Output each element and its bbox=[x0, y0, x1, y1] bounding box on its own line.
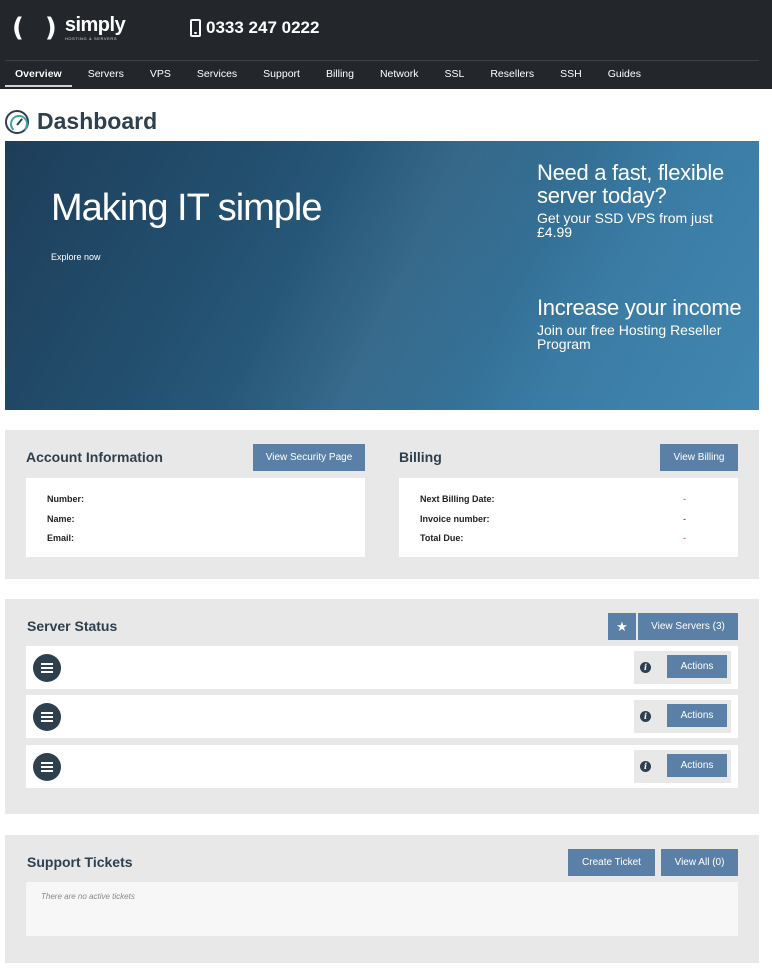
support-tickets-panel: Support Tickets Create Ticket View All (… bbox=[5, 835, 759, 963]
phone-number: 0333 247 0222 bbox=[206, 18, 320, 37]
nav-item-support[interactable]: Support bbox=[253, 62, 310, 87]
total-due-label: Total Due: bbox=[420, 533, 464, 543]
total-due-value: - bbox=[683, 533, 686, 543]
server-row: i Actions bbox=[26, 695, 738, 738]
view-servers-button[interactable]: View Servers (3) bbox=[638, 613, 738, 640]
server-status-panel: Server Status ★ View Servers (3) i Actio… bbox=[5, 599, 759, 814]
info-icon[interactable]: i bbox=[640, 711, 651, 722]
nav-item-guides[interactable]: Guides bbox=[598, 62, 651, 87]
support-tickets-title: Support Tickets bbox=[27, 854, 133, 870]
billing-title: Billing bbox=[399, 449, 442, 465]
simply-logo[interactable]: ( ) simply HOSTING & SERVERS bbox=[12, 13, 126, 43]
info-icon[interactable]: i bbox=[640, 761, 651, 772]
invoice-number-label: Invoice number: bbox=[420, 514, 490, 524]
star-icon: ★ bbox=[616, 618, 628, 634]
server-row-actions: i Actions bbox=[634, 651, 731, 684]
logo-word: simply bbox=[64, 14, 126, 36]
server-status-title: Server Status bbox=[27, 618, 118, 634]
next-billing-date-value: - bbox=[683, 494, 686, 504]
server-row: i Actions bbox=[26, 646, 738, 689]
nav-item-servers[interactable]: Servers bbox=[78, 62, 134, 87]
hero-banner: Making IT simple Explore now Need a fast… bbox=[5, 141, 759, 410]
page-title: Dashboard bbox=[5, 108, 157, 135]
server-list-icon bbox=[33, 753, 61, 781]
nav-item-overview[interactable]: Overview bbox=[5, 62, 72, 87]
nav-item-network[interactable]: Network bbox=[370, 62, 429, 87]
reseller-promo-heading: Increase your income bbox=[537, 295, 742, 320]
next-billing-date-label: Next Billing Date: bbox=[420, 494, 495, 504]
no-tickets-message: There are no active tickets bbox=[41, 892, 135, 901]
server-row: i Actions bbox=[26, 745, 738, 788]
view-billing-button[interactable]: View Billing bbox=[660, 444, 738, 471]
favourite-star-button[interactable]: ★ bbox=[608, 613, 636, 640]
logo-brackets: ( ) bbox=[12, 13, 63, 43]
reseller-promo[interactable]: Increase your income Join our free Hosti… bbox=[537, 296, 747, 351]
account-billing-panel: Account Information View Security Page N… bbox=[5, 430, 759, 579]
account-email-label: Email: bbox=[47, 533, 75, 543]
view-all-tickets-button[interactable]: View All (0) bbox=[661, 849, 738, 876]
nav-item-ssh[interactable]: SSH bbox=[550, 62, 592, 87]
nav-item-vps[interactable]: VPS bbox=[140, 62, 181, 87]
explore-now-link[interactable]: Explore now bbox=[51, 252, 101, 262]
speedometer-icon bbox=[5, 109, 29, 134]
phone-contact[interactable]: 0333 247 0222 bbox=[190, 18, 319, 38]
account-info-card: Number: Name: Email: bbox=[26, 478, 365, 557]
create-ticket-button[interactable]: Create Ticket bbox=[568, 849, 655, 876]
info-icon[interactable]: i bbox=[640, 662, 651, 673]
hero-title: Making IT simple bbox=[51, 187, 323, 229]
account-name-label: Name: bbox=[47, 514, 75, 524]
billing-card: Next Billing Date: - Invoice number: - T… bbox=[399, 478, 738, 557]
server-list-icon bbox=[33, 703, 61, 731]
account-info-title: Account Information bbox=[26, 449, 163, 465]
tickets-list: There are no active tickets bbox=[26, 882, 738, 936]
server-row-actions: i Actions bbox=[634, 700, 731, 733]
vps-promo[interactable]: Need a fast, flexible server today? Get … bbox=[537, 161, 747, 239]
nav-item-resellers[interactable]: Resellers bbox=[480, 62, 544, 87]
nav-item-services[interactable]: Services bbox=[187, 62, 247, 87]
actions-button[interactable]: Actions bbox=[667, 754, 727, 777]
logo-tagline: HOSTING & SERVERS bbox=[64, 36, 118, 41]
nav-item-billing[interactable]: Billing bbox=[316, 62, 364, 87]
mobile-phone-icon bbox=[190, 19, 201, 37]
nav-item-ssl[interactable]: SSL bbox=[434, 62, 474, 87]
account-number-label: Number: bbox=[47, 494, 85, 504]
actions-button[interactable]: Actions bbox=[667, 655, 727, 678]
vps-promo-text: Get your SSD VPS from just £4.99 bbox=[537, 210, 713, 240]
main-nav: Overview Servers VPS Services Support Bi… bbox=[5, 62, 657, 89]
nav-divider bbox=[5, 60, 759, 61]
server-row-actions: i Actions bbox=[634, 750, 731, 783]
actions-button[interactable]: Actions bbox=[667, 704, 727, 727]
top-header: ( ) simply HOSTING & SERVERS 0333 247 02… bbox=[0, 0, 772, 89]
server-list-icon bbox=[33, 654, 61, 682]
reseller-promo-text: Join our free Hosting Reseller Program bbox=[537, 322, 722, 352]
vps-promo-heading: Need a fast, flexible server today? bbox=[537, 160, 724, 208]
page-title-text: Dashboard bbox=[37, 108, 158, 134]
view-security-page-button[interactable]: View Security Page bbox=[253, 444, 365, 471]
invoice-number-value: - bbox=[683, 514, 686, 524]
